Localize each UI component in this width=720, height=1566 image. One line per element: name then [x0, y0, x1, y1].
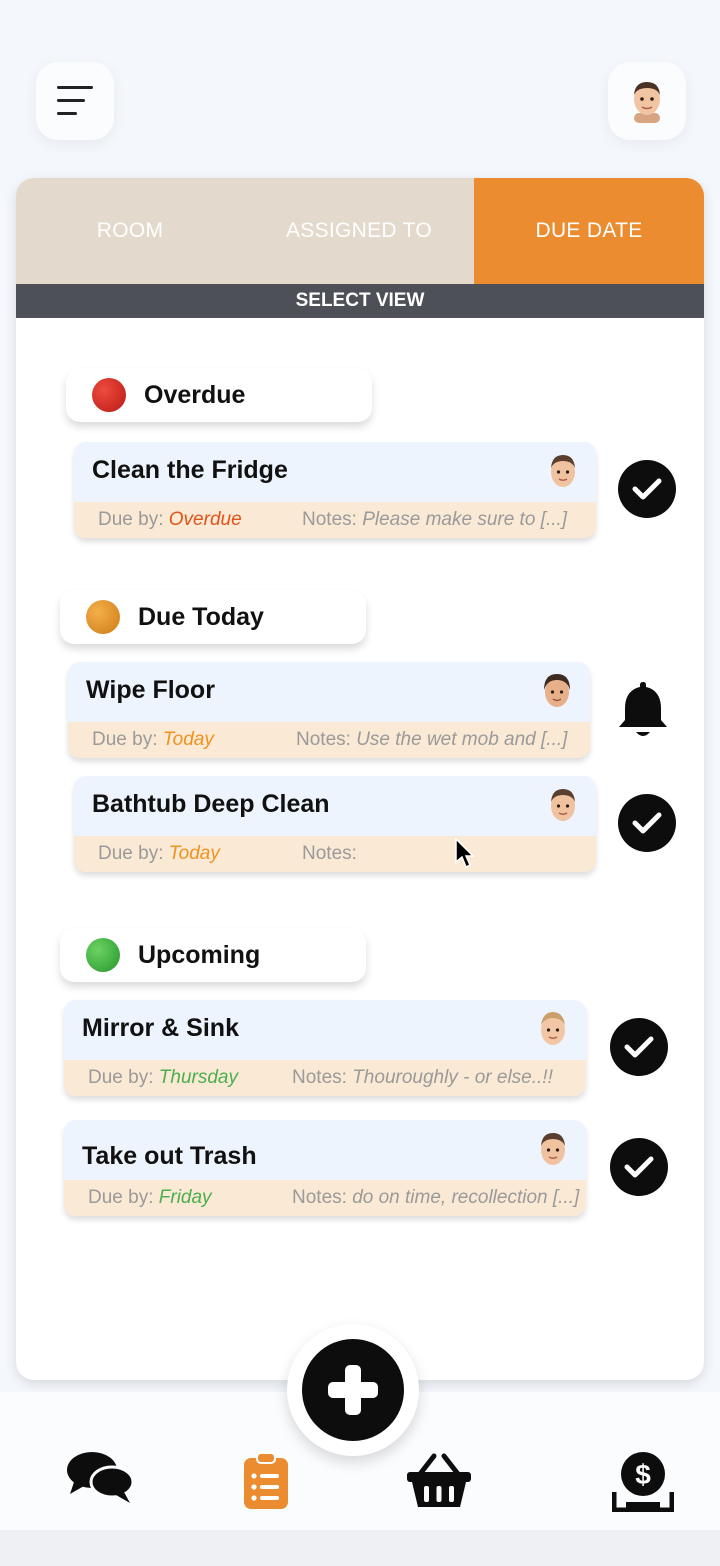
notes-prefix: Notes: [292, 1067, 347, 1088]
reminder-button[interactable] [614, 678, 672, 747]
cursor-icon [455, 838, 475, 869]
due-prefix: Due by: [88, 1067, 154, 1088]
plus-icon [328, 1365, 378, 1415]
section-label: Due Today [138, 602, 264, 631]
select-view-label: SELECT VIEW [16, 284, 704, 318]
complete-button[interactable] [618, 794, 676, 852]
clipboard-list-icon [244, 1452, 288, 1509]
due-prefix: Due by: [92, 729, 158, 750]
due-value: Overdue [168, 509, 242, 530]
checkmark-icon [624, 1156, 654, 1178]
nav-chat[interactable] [66, 1448, 135, 1511]
view-tabs: ROOM ASSIGNED TO DUE DATE [16, 178, 704, 284]
complete-button[interactable] [610, 1018, 668, 1076]
assignee-avatar [551, 789, 575, 821]
nav-finances[interactable]: $ [611, 1450, 675, 1517]
task-item[interactable]: Clean the Fridge Due by: Overdue Notes: … [74, 442, 596, 538]
tab-assigned-to[interactable]: ASSIGNED TO [244, 178, 474, 284]
nav-shopping[interactable] [406, 1452, 472, 1513]
section-upcoming: Upcoming [60, 928, 366, 982]
menu-icon [57, 86, 93, 116]
assignee-avatar [551, 455, 575, 487]
task-title: Bathtub Deep Clean [92, 790, 330, 818]
section-label: Upcoming [138, 940, 261, 969]
nav-tasks[interactable] [243, 1452, 289, 1515]
status-dot-orange [86, 600, 120, 634]
due-prefix: Due by: [98, 843, 164, 864]
notes-value: do on time, recollection [...] [352, 1187, 580, 1208]
notes-prefix: Notes: [302, 843, 357, 864]
tab-room[interactable]: ROOM [16, 178, 244, 284]
due-value: Thursday [158, 1067, 238, 1088]
avatar [634, 82, 660, 123]
task-item[interactable]: Mirror & Sink Due by: Thursday Notes: Th… [64, 1000, 586, 1096]
basket-icon [407, 1453, 471, 1507]
task-title: Take out Trash [82, 1142, 257, 1170]
due-prefix: Due by: [98, 509, 164, 530]
checkmark-icon [632, 478, 662, 500]
notes-prefix: Notes: [302, 509, 357, 530]
dollar-coin-icon: $ [611, 1452, 675, 1513]
due-value: Friday [158, 1187, 212, 1208]
task-item[interactable]: Take out Trash Due by: Friday Notes: do … [64, 1120, 586, 1216]
notes-value: Thouroughly - or else..!! [352, 1067, 553, 1088]
notes-prefix: Notes: [292, 1187, 347, 1208]
notes-value: Use the wet mob and [...] [356, 729, 568, 750]
task-title: Clean the Fridge [92, 456, 288, 484]
chat-bubbles-icon [67, 1452, 135, 1503]
add-task-button[interactable] [287, 1324, 419, 1456]
home-indicator-bar [0, 1530, 720, 1566]
task-title: Mirror & Sink [82, 1014, 239, 1042]
complete-button[interactable] [610, 1138, 668, 1196]
notes-value: Please make sure to [...] [362, 509, 568, 530]
task-title: Wipe Floor [86, 676, 215, 704]
assignee-avatar [541, 1133, 565, 1165]
menu-button[interactable] [36, 62, 114, 140]
due-prefix: Due by: [88, 1187, 154, 1208]
complete-button[interactable] [618, 460, 676, 518]
task-item[interactable]: Wipe Floor Due by: Today Notes: Use the … [68, 662, 590, 758]
section-overdue: Overdue [66, 368, 372, 422]
task-item[interactable]: Bathtub Deep Clean Due by: Today Notes: [74, 776, 596, 872]
checkmark-icon [624, 1036, 654, 1058]
section-label: Overdue [144, 380, 246, 409]
bell-icon [619, 682, 667, 736]
tab-due-date[interactable]: DUE DATE [474, 178, 704, 284]
status-dot-red [92, 378, 126, 412]
assignee-avatar [544, 674, 570, 707]
checkmark-icon [632, 812, 662, 834]
profile-button[interactable] [608, 62, 686, 140]
assignee-avatar [541, 1012, 565, 1045]
section-due-today: Due Today [60, 590, 366, 644]
svg-text:$: $ [635, 1459, 651, 1490]
due-value: Today [168, 843, 220, 864]
due-value: Today [162, 729, 214, 750]
status-dot-green [86, 938, 120, 972]
notes-prefix: Notes: [296, 729, 351, 750]
